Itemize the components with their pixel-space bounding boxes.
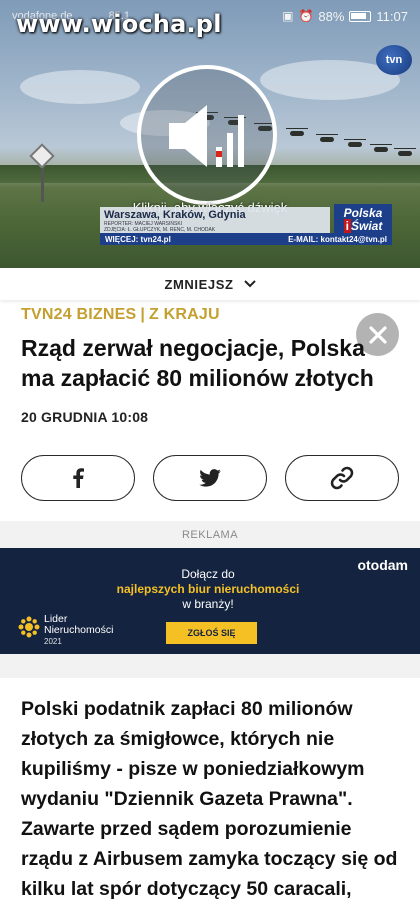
collapse-label: ZMNIEJSZ — [164, 276, 234, 292]
tv-show-logo: Polska i Świat — [334, 204, 392, 236]
share-twitter-button[interactable] — [153, 455, 267, 501]
share-facebook-button[interactable] — [21, 455, 135, 501]
helicopter — [370, 144, 392, 152]
nfc-icon: ▣ — [282, 9, 294, 23]
link-icon — [330, 466, 354, 490]
clock: 11:07 — [376, 8, 408, 24]
tv-info-bar: WIĘCEJ: tvn24.pl E-MAIL: kontakt24@tvn.p… — [100, 233, 392, 245]
article-date: 20 GRUDNIA 10:08 — [21, 409, 149, 425]
channel-logo: tvn — [376, 45, 412, 75]
helicopter — [316, 134, 338, 142]
helicopter — [394, 148, 416, 156]
cloud — [20, 70, 140, 104]
battery-icon — [349, 10, 372, 22]
ad-banner[interactable]: otodam Dołącz do najlepszych biur nieruc… — [0, 548, 420, 654]
tv-location: Warszawa, Kraków, Gdynia REPORTER: MACIE… — [100, 207, 330, 233]
category-sub-link[interactable]: Z KRAJU — [149, 306, 220, 323]
helicopter — [286, 128, 308, 136]
category-main-link[interactable]: TVN24 BIZNES — [21, 306, 136, 323]
article-body: Polski podatnik zapłaci 80 milionów złot… — [21, 698, 398, 900]
speaker-icon — [169, 105, 244, 167]
award-star-icon — [18, 616, 40, 638]
battery-percent: 88% — [318, 8, 345, 24]
tv-lower-third: Warszawa, Kraków, Gdynia REPORTER: MACIE… — [100, 204, 392, 245]
article-category: TVN24 BIZNES | Z KRAJU — [21, 306, 220, 323]
ad-cta-button[interactable]: ZGŁOŚ SIĘ — [166, 622, 257, 644]
unmute-button[interactable] — [137, 65, 277, 205]
copy-link-button[interactable] — [285, 455, 399, 501]
watermark: www.wiocha.pl — [16, 10, 222, 38]
collapse-video-button[interactable]: ZMNIEJSZ — [0, 268, 420, 300]
twitter-icon — [199, 469, 221, 487]
ad-brand: otodam — [357, 557, 408, 573]
road-sign-post — [41, 168, 44, 202]
helicopter — [344, 139, 366, 147]
video-player[interactable]: vodafone.de 85.1 ▣ ⏰ 88% 11:07 www.wioch… — [0, 0, 420, 268]
chevron-down-icon — [243, 280, 256, 288]
ad-copy: Dołącz do najlepszych biur nieruchomości… — [116, 567, 300, 611]
facebook-icon — [73, 468, 84, 488]
article-headline: Rząd zerwał negocjacje, Polska ma zapłac… — [21, 335, 374, 391]
alarm-icon: ⏰ — [298, 9, 314, 23]
ad-label: REKLAMA — [181, 529, 239, 541]
share-buttons — [21, 455, 399, 501]
